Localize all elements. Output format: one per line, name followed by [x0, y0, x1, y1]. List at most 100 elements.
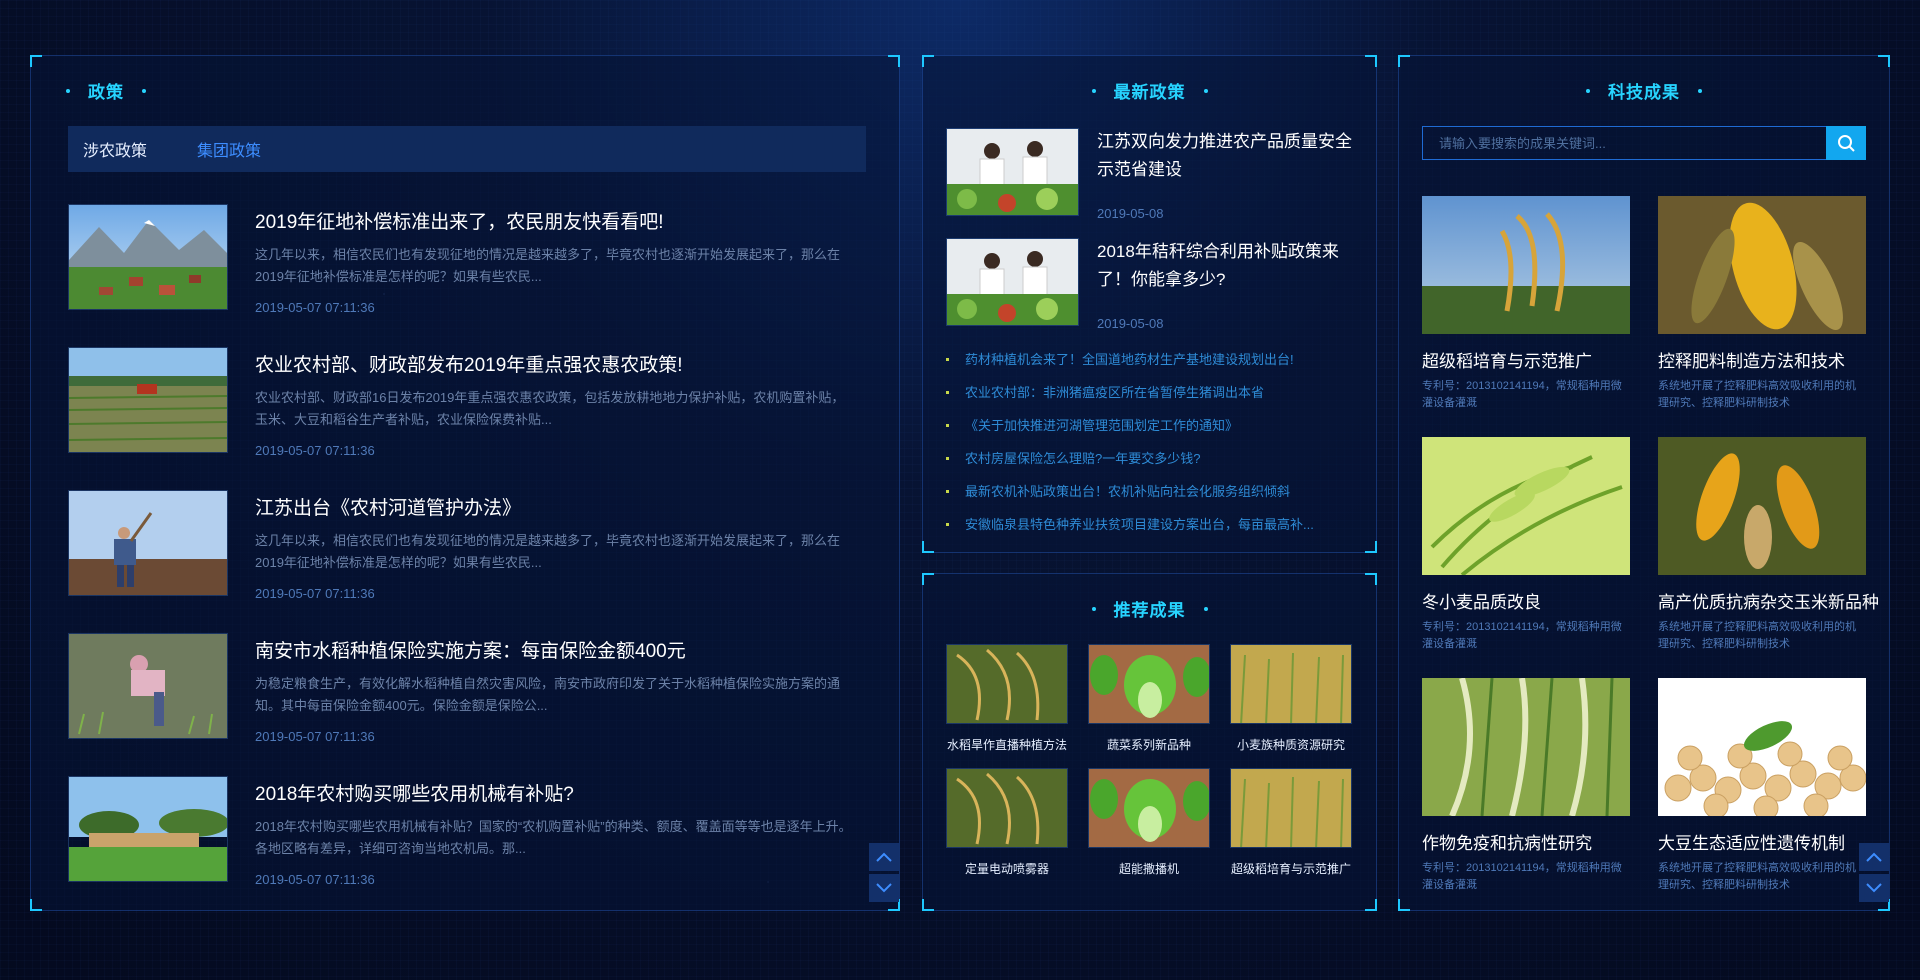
achievement-thumbnail[interactable]: [1422, 196, 1630, 334]
policy-panel: 政策 涉农政策 集团政策 2019年征地补偿标准出来了，农民朋友快看看吧! 这几…: [30, 55, 900, 911]
achievement-desc: 专利号：2013102141194，常规稻种用微灌设备灌溉: [1422, 380, 1622, 409]
achievement-item[interactable]: 大豆生态适应性遗传机制 系统地开展了控释肥料高效吸收利用的机理研究、控释肥料研制…: [1658, 678, 1866, 919]
policy-scroll-controls: [869, 840, 899, 902]
news-thumbnail[interactable]: [68, 204, 228, 310]
policy-link[interactable]: 农村房屋保险怎么理赔?一年要交多少钱?: [946, 442, 1356, 475]
search-icon: [1838, 135, 1855, 152]
chevron-up-icon: [1866, 852, 1882, 862]
recommend-item[interactable]: 蔬菜系列新品种: [1088, 644, 1210, 760]
achievement-desc: 专利号：2013102141194，常规稻种用微灌设备灌溉: [1422, 621, 1622, 650]
recommend-item[interactable]: 水稻旱作直播种植方法: [946, 644, 1068, 760]
achievement-title[interactable]: 高产优质抗病杂交玉米新品种: [1658, 588, 1879, 613]
recommend-panel-title: 推荐成果: [923, 596, 1376, 621]
news-time: 2019-05-07 07:11:36: [255, 729, 375, 744]
achievement-title[interactable]: 超级稻培育与示范推广: [1422, 347, 1630, 372]
recommend-item[interactable]: 小麦族种质资源研究: [1230, 644, 1352, 760]
news-title[interactable]: 农业农村部、财政部发布2019年重点强农惠农政策!: [255, 350, 855, 377]
policy-link-text[interactable]: 药材种植机会来了！全国道地药材生产基地建设规划出台!: [965, 343, 1294, 376]
latest-news-item[interactable]: 江苏双向发力推进农产品质量安全示范省建设 2019-05-08: [946, 128, 1356, 238]
achievement-thumbnail[interactable]: [1422, 437, 1630, 575]
recommend-item[interactable]: 超级稻培育与示范推广: [1230, 768, 1352, 884]
achievement-thumbnail[interactable]: [1658, 678, 1866, 816]
recommend-thumbnail[interactable]: [946, 768, 1068, 848]
achievement-item[interactable]: 高产优质抗病杂交玉米新品种 系统地开展了控释肥料高效吸收利用的机理研究、控释肥料…: [1658, 437, 1879, 678]
achievement-item[interactable]: 超级稻培育与示范推广 专利号：2013102141194，常规稻种用微灌设备灌溉: [1422, 196, 1630, 437]
news-desc: 为稳定粮食生产，有效化解水稻种植自然灾害风险，南安市政府印发了关于水稻种植保险实…: [255, 676, 841, 713]
news-item[interactable]: 农业农村部、财政部发布2019年重点强农惠农政策! 农业农村部、财政部16日发布…: [68, 347, 868, 490]
recommend-item[interactable]: 定量电动喷雾器: [946, 768, 1068, 884]
news-desc: 这几年以来，相信农民们也有发现征地的情况是越来越多了，毕竟农村也逐渐开始发展起来…: [255, 533, 841, 570]
policy-link[interactable]: 最新农机补贴政策出台！农机补贴向社会化服务组织倾斜: [946, 475, 1356, 508]
scroll-up-button[interactable]: [1859, 843, 1889, 871]
latest-news-item[interactable]: 2018年秸秆综合利用补贴政策来了！你能拿多少? 2019-05-08: [946, 238, 1356, 348]
latest-news-title[interactable]: 2018年秸秆综合利用补贴政策来了！你能拿多少?: [1097, 238, 1356, 294]
news-title[interactable]: 江苏出台《农村河道管护办法》: [255, 493, 855, 520]
scroll-down-button[interactable]: [869, 874, 899, 902]
news-time: 2019-05-07 07:11:36: [255, 872, 375, 887]
policy-link[interactable]: 农业农村部：非洲猪瘟疫区所在省暂停生猪调出本省: [946, 376, 1356, 409]
recommend-label: 定量电动喷雾器: [964, 862, 1049, 876]
search-button[interactable]: [1826, 126, 1866, 160]
recommend-thumbnail[interactable]: [1230, 768, 1352, 848]
news-title[interactable]: 南安市水稻种植保险实施方案：每亩保险金额400元: [255, 636, 855, 663]
news-time: 2019-05-07 07:11:36: [255, 586, 375, 601]
policy-link-text[interactable]: 安徽临泉县特色种养业扶贫项目建设方案出台，每亩最高补...: [965, 508, 1314, 541]
recommend-thumbnail[interactable]: [1088, 768, 1210, 848]
achievement-title-text: 科技成果: [1608, 83, 1680, 102]
tab-agri-policy[interactable]: 涉农政策: [83, 137, 147, 161]
scroll-down-button[interactable]: [1859, 874, 1889, 902]
achievement-title[interactable]: 控释肥料制造方法和技术: [1658, 347, 1866, 372]
recommend-thumbnail[interactable]: [946, 644, 1068, 724]
policy-link[interactable]: 《关于加快推进河湖管理范围划定工作的通知》: [946, 409, 1356, 442]
policy-link[interactable]: 安徽临泉县特色种养业扶贫项目建设方案出台，每亩最高补...: [946, 508, 1356, 541]
achievement-panel-title: 科技成果: [1399, 78, 1889, 103]
latest-thumbnail[interactable]: [946, 238, 1079, 326]
achievement-thumbnail[interactable]: [1658, 437, 1866, 575]
recommend-item[interactable]: 超能撒播机: [1088, 768, 1210, 884]
latest-news-time: 2019-05-08: [1097, 316, 1164, 331]
latest-news-list: 江苏双向发力推进农产品质量安全示范省建设 2019-05-08 2018年秸秆综…: [946, 128, 1356, 348]
scroll-up-button[interactable]: [869, 843, 899, 871]
achievement-title[interactable]: 冬小麦品质改良: [1422, 588, 1630, 613]
news-thumbnail[interactable]: [68, 347, 228, 453]
achievement-desc: 专利号：2013102141194，常规稻种用微灌设备灌溉: [1422, 862, 1622, 891]
policy-link-text[interactable]: 《关于加快推进河湖管理范围划定工作的通知》: [965, 409, 1238, 442]
achievement-thumbnail[interactable]: [1658, 196, 1866, 334]
achievement-thumbnail[interactable]: [1422, 678, 1630, 816]
news-item[interactable]: 南安市水稻种植保险实施方案：每亩保险金额400元 为稳定粮食生产，有效化解水稻种…: [68, 633, 868, 776]
policy-link[interactable]: 药材种植机会来了！全国道地药材生产基地建设规划出台!: [946, 343, 1356, 376]
achievement-title[interactable]: 大豆生态适应性遗传机制: [1658, 829, 1866, 854]
news-title[interactable]: 2018年农村购买哪些农用机械有补贴?: [255, 779, 855, 806]
news-thumbnail[interactable]: [68, 490, 228, 596]
recommend-title-text: 推荐成果: [1113, 601, 1186, 620]
news-thumbnail[interactable]: [68, 633, 228, 739]
achievement-item[interactable]: 冬小麦品质改良 专利号：2013102141194，常规稻种用微灌设备灌溉: [1422, 437, 1630, 678]
news-thumbnail[interactable]: [68, 776, 228, 882]
recommend-thumbnail[interactable]: [1230, 644, 1352, 724]
news-title[interactable]: 2019年征地补偿标准出来了，农民朋友快看看吧!: [255, 207, 855, 234]
search-input[interactable]: [1422, 126, 1826, 160]
news-item[interactable]: 2019年征地补偿标准出来了，农民朋友快看看吧! 这几年以来，相信农民们也有发现…: [68, 204, 868, 347]
chevron-down-icon: [1866, 883, 1882, 893]
policy-panel-title: 政策: [66, 78, 899, 103]
achievement-item[interactable]: 作物免疫和抗病性研究 专利号：2013102141194，常规稻种用微灌设备灌溉: [1422, 678, 1630, 919]
news-time: 2019-05-07 07:11:36: [255, 443, 375, 458]
policy-link-list: 药材种植机会来了！全国道地药材生产基地建设规划出台! 农业农村部：非洲猪瘟疫区所…: [946, 343, 1356, 541]
news-item[interactable]: 江苏出台《农村河道管护办法》 这几年以来，相信农民们也有发现征地的情况是越来越多…: [68, 490, 868, 633]
policy-link-text[interactable]: 农村房屋保险怎么理赔?一年要交多少钱?: [965, 442, 1200, 475]
tab-group-policy[interactable]: 集团政策: [197, 137, 261, 161]
achievement-grid: 超级稻培育与示范推广 专利号：2013102141194，常规稻种用微灌设备灌溉…: [1422, 196, 1879, 919]
news-item[interactable]: 2018年农村购买哪些农用机械有补贴? 2018年农村购买哪些农用机械有补贴？国…: [68, 776, 868, 919]
policy-news-list: 2019年征地补偿标准出来了，农民朋友快看看吧! 这几年以来，相信农民们也有发现…: [68, 204, 868, 919]
achievement-item[interactable]: 控释肥料制造方法和技术 系统地开展了控释肥料高效吸收利用的机理研究、控释肥料研制…: [1658, 196, 1866, 437]
recommend-label: 超级稻培育与示范推广: [1230, 862, 1351, 876]
achievement-title[interactable]: 作物免疫和抗病性研究: [1422, 829, 1630, 854]
recommend-grid: 水稻旱作直播种植方法 蔬菜系列新品种 小麦族种质资源研究 定量电动喷雾器 超能撒…: [946, 644, 1356, 884]
policy-link-text[interactable]: 农业农村部：非洲猪瘟疫区所在省暂停生猪调出本省: [965, 376, 1264, 409]
latest-news-time: 2019-05-08: [1097, 206, 1164, 221]
recommend-thumbnail[interactable]: [1088, 644, 1210, 724]
latest-thumbnail[interactable]: [946, 128, 1079, 216]
policy-link-text[interactable]: 最新农机补贴政策出台！农机补贴向社会化服务组织倾斜: [965, 475, 1290, 508]
latest-news-title[interactable]: 江苏双向发力推进农产品质量安全示范省建设: [1097, 128, 1356, 184]
news-desc: 这几年以来，相信农民们也有发现征地的情况是越来越多了，毕竟农村也逐渐开始发展起来…: [255, 247, 841, 284]
